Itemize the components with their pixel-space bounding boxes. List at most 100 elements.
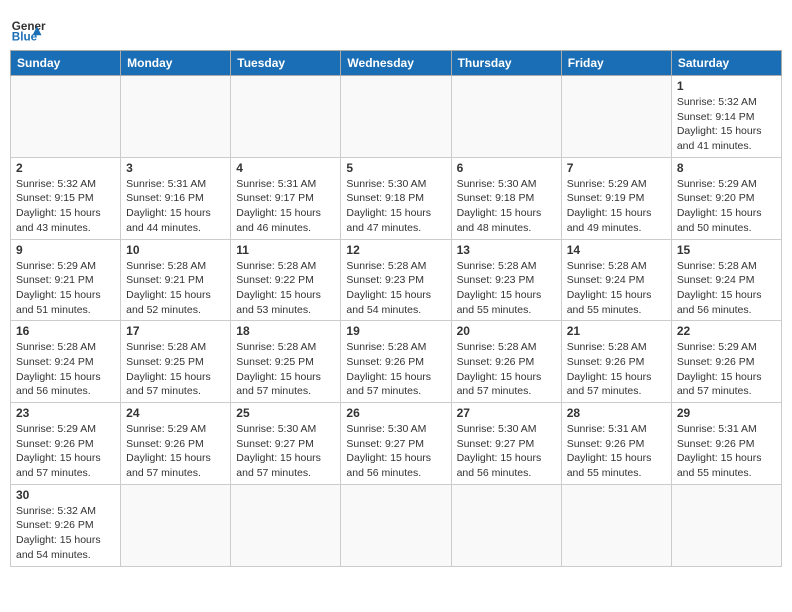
calendar-cell <box>561 484 671 566</box>
calendar: SundayMondayTuesdayWednesdayThursdayFrid… <box>10 50 782 567</box>
calendar-cell: 9 Sunrise: 5:29 AM Sunset: 9:21 PM Daylig… <box>11 239 121 321</box>
day-info: Sunrise: 5:32 AM Sunset: 9:15 PM Dayligh… <box>16 177 115 236</box>
day-info: Sunrise: 5:31 AM Sunset: 9:17 PM Dayligh… <box>236 177 335 236</box>
day-info: Sunrise: 5:31 AM Sunset: 9:16 PM Dayligh… <box>126 177 225 236</box>
calendar-cell: 6 Sunrise: 5:30 AM Sunset: 9:18 PM Daylig… <box>451 157 561 239</box>
day-number: 21 <box>567 324 666 338</box>
calendar-cell: 11 Sunrise: 5:28 AM Sunset: 9:22 PM Dayli… <box>231 239 341 321</box>
day-header-sunday: Sunday <box>11 51 121 76</box>
calendar-header: SundayMondayTuesdayWednesdayThursdayFrid… <box>11 51 782 76</box>
day-number: 20 <box>457 324 556 338</box>
day-number: 22 <box>677 324 776 338</box>
calendar-cell: 21 Sunrise: 5:28 AM Sunset: 9:26 PM Dayli… <box>561 321 671 403</box>
day-number: 3 <box>126 161 225 175</box>
day-number: 18 <box>236 324 335 338</box>
day-number: 5 <box>346 161 445 175</box>
calendar-cell <box>121 76 231 158</box>
day-info: Sunrise: 5:30 AM Sunset: 9:27 PM Dayligh… <box>236 422 335 481</box>
day-header-friday: Friday <box>561 51 671 76</box>
calendar-cell <box>451 76 561 158</box>
day-number: 6 <box>457 161 556 175</box>
day-info: Sunrise: 5:31 AM Sunset: 9:26 PM Dayligh… <box>567 422 666 481</box>
day-header-tuesday: Tuesday <box>231 51 341 76</box>
calendar-cell: 15Sunrise: 5:28 AM Sunset: 9:24 PM Dayli… <box>671 239 781 321</box>
day-info: Sunrise: 5:28 AM Sunset: 9:26 PM Dayligh… <box>346 340 445 399</box>
day-number: 29 <box>677 406 776 420</box>
day-info: Sunrise: 5:29 AM Sunset: 9:26 PM Dayligh… <box>677 340 776 399</box>
day-number: 16 <box>16 324 115 338</box>
day-info: Sunrise: 5:30 AM Sunset: 9:18 PM Dayligh… <box>457 177 556 236</box>
calendar-cell: 3 Sunrise: 5:31 AM Sunset: 9:16 PM Daylig… <box>121 157 231 239</box>
calendar-cell: 23Sunrise: 5:29 AM Sunset: 9:26 PM Dayli… <box>11 403 121 485</box>
day-number: 19 <box>346 324 445 338</box>
calendar-cell: 20 Sunrise: 5:28 AM Sunset: 9:26 PM Dayli… <box>451 321 561 403</box>
day-header-saturday: Saturday <box>671 51 781 76</box>
calendar-cell: 10Sunrise: 5:28 AM Sunset: 9:21 PM Dayli… <box>121 239 231 321</box>
day-info: Sunrise: 5:28 AM Sunset: 9:24 PM Dayligh… <box>16 340 115 399</box>
day-info: Sunrise: 5:29 AM Sunset: 9:19 PM Dayligh… <box>567 177 666 236</box>
day-number: 1 <box>677 79 776 93</box>
calendar-cell <box>231 76 341 158</box>
logo-icon: General Blue <box>10 10 46 46</box>
calendar-cell: 25 Sunrise: 5:30 AM Sunset: 9:27 PM Dayli… <box>231 403 341 485</box>
calendar-cell: 17Sunrise: 5:28 AM Sunset: 9:25 PM Dayli… <box>121 321 231 403</box>
calendar-cell: 8 Sunrise: 5:29 AM Sunset: 9:20 PM Daylig… <box>671 157 781 239</box>
day-number: 11 <box>236 243 335 257</box>
calendar-cell <box>561 76 671 158</box>
day-info: Sunrise: 5:29 AM Sunset: 9:20 PM Dayligh… <box>677 177 776 236</box>
calendar-cell: 14Sunrise: 5:28 AM Sunset: 9:24 PM Dayli… <box>561 239 671 321</box>
calendar-cell: 18 Sunrise: 5:28 AM Sunset: 9:25 PM Dayli… <box>231 321 341 403</box>
calendar-cell: 24 Sunrise: 5:29 AM Sunset: 9:26 PM Dayli… <box>121 403 231 485</box>
day-info: Sunrise: 5:30 AM Sunset: 9:27 PM Dayligh… <box>346 422 445 481</box>
day-info: Sunrise: 5:28 AM Sunset: 9:23 PM Dayligh… <box>346 259 445 318</box>
day-info: Sunrise: 5:32 AM Sunset: 9:14 PM Dayligh… <box>677 95 776 154</box>
calendar-cell <box>451 484 561 566</box>
day-number: 12 <box>346 243 445 257</box>
day-info: Sunrise: 5:29 AM Sunset: 9:21 PM Dayligh… <box>16 259 115 318</box>
day-info: Sunrise: 5:30 AM Sunset: 9:27 PM Dayligh… <box>457 422 556 481</box>
day-number: 7 <box>567 161 666 175</box>
calendar-cell: 28Sunrise: 5:31 AM Sunset: 9:26 PM Dayli… <box>561 403 671 485</box>
calendar-cell: 13 Sunrise: 5:28 AM Sunset: 9:23 PM Dayli… <box>451 239 561 321</box>
calendar-cell <box>671 484 781 566</box>
header: General Blue <box>10 10 782 46</box>
day-info: Sunrise: 5:28 AM Sunset: 9:23 PM Dayligh… <box>457 259 556 318</box>
logo: General Blue <box>10 10 46 46</box>
calendar-cell: 4 Sunrise: 5:31 AM Sunset: 9:17 PM Daylig… <box>231 157 341 239</box>
day-number: 26 <box>346 406 445 420</box>
day-info: Sunrise: 5:28 AM Sunset: 9:25 PM Dayligh… <box>236 340 335 399</box>
day-number: 8 <box>677 161 776 175</box>
calendar-cell: 5 Sunrise: 5:30 AM Sunset: 9:18 PM Daylig… <box>341 157 451 239</box>
day-number: 24 <box>126 406 225 420</box>
calendar-cell <box>121 484 231 566</box>
day-info: Sunrise: 5:28 AM Sunset: 9:26 PM Dayligh… <box>567 340 666 399</box>
day-info: Sunrise: 5:31 AM Sunset: 9:26 PM Dayligh… <box>677 422 776 481</box>
day-info: Sunrise: 5:28 AM Sunset: 9:26 PM Dayligh… <box>457 340 556 399</box>
day-info: Sunrise: 5:30 AM Sunset: 9:18 PM Dayligh… <box>346 177 445 236</box>
day-number: 30 <box>16 488 115 502</box>
day-number: 15 <box>677 243 776 257</box>
day-info: Sunrise: 5:28 AM Sunset: 9:24 PM Dayligh… <box>567 259 666 318</box>
calendar-cell: 7 Sunrise: 5:29 AM Sunset: 9:19 PM Daylig… <box>561 157 671 239</box>
day-number: 13 <box>457 243 556 257</box>
day-header-wednesday: Wednesday <box>341 51 451 76</box>
calendar-cell: 26 Sunrise: 5:30 AM Sunset: 9:27 PM Dayli… <box>341 403 451 485</box>
day-number: 25 <box>236 406 335 420</box>
calendar-cell: 2 Sunrise: 5:32 AM Sunset: 9:15 PM Daylig… <box>11 157 121 239</box>
calendar-cell <box>231 484 341 566</box>
day-number: 2 <box>16 161 115 175</box>
day-number: 17 <box>126 324 225 338</box>
calendar-cell: 29 Sunrise: 5:31 AM Sunset: 9:26 PM Dayli… <box>671 403 781 485</box>
day-number: 4 <box>236 161 335 175</box>
day-info: Sunrise: 5:29 AM Sunset: 9:26 PM Dayligh… <box>126 422 225 481</box>
day-number: 27 <box>457 406 556 420</box>
day-number: 9 <box>16 243 115 257</box>
day-info: Sunrise: 5:28 AM Sunset: 9:22 PM Dayligh… <box>236 259 335 318</box>
calendar-cell: 22 Sunrise: 5:29 AM Sunset: 9:26 PM Dayli… <box>671 321 781 403</box>
calendar-cell: 30Sunrise: 5:32 AM Sunset: 9:26 PM Dayli… <box>11 484 121 566</box>
day-number: 23 <box>16 406 115 420</box>
calendar-cell: 19 Sunrise: 5:28 AM Sunset: 9:26 PM Dayli… <box>341 321 451 403</box>
calendar-cell: 12 Sunrise: 5:28 AM Sunset: 9:23 PM Dayli… <box>341 239 451 321</box>
day-header-thursday: Thursday <box>451 51 561 76</box>
svg-text:Blue: Blue <box>12 31 38 44</box>
